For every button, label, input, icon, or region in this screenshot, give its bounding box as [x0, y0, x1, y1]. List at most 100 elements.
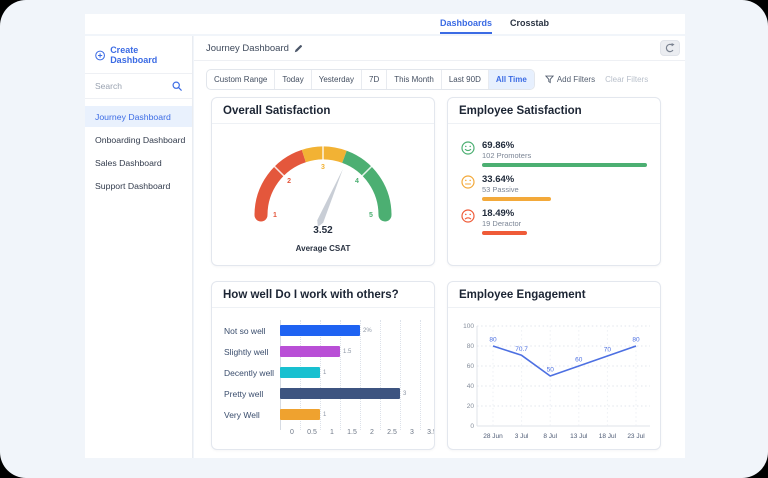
card-overall-satisfaction: Overall Satisfaction 123453.52 Average C…	[211, 97, 435, 266]
gauge-body: 123453.52 Average CSAT	[212, 124, 434, 253]
x-tick-label: 0	[290, 429, 294, 436]
satisfaction-row-detractor: 18.49% 19 Deractor	[461, 208, 647, 235]
bar-label: Decently well	[224, 368, 280, 378]
x-tick-label: 1.5	[347, 429, 357, 436]
point-label: 80	[489, 337, 497, 344]
bar-value: 1.5	[343, 349, 351, 355]
promoters-percent: 69.86%	[482, 140, 647, 151]
bar-value: 1	[323, 412, 326, 418]
refresh-button[interactable]	[660, 40, 680, 56]
gauge-tick-label: 3	[321, 164, 325, 171]
gauge-needle	[315, 168, 346, 228]
y-tick-label: 20	[467, 403, 475, 410]
passive-bar	[482, 197, 647, 201]
x-tick-label: 8 Jul	[543, 433, 557, 440]
chip-all-time[interactable]: All Time	[489, 70, 534, 89]
y-tick-label: 60	[467, 363, 475, 370]
gauge-segment	[344, 157, 385, 215]
detractor-count: 19 Deractor	[482, 219, 647, 228]
gauge-tick-label: 2	[287, 178, 291, 185]
passive-count: 53 Passive	[482, 185, 647, 194]
point-label: 50	[547, 367, 555, 374]
gauge-tick-label: 4	[355, 178, 359, 185]
chip-today[interactable]: Today	[275, 70, 311, 89]
main-panel: Journey Dashboard Custom Range Today Yes…	[194, 36, 685, 458]
bar-row-very-well: Very Well 1	[224, 404, 424, 425]
x-tick-label: 23 Jul	[627, 433, 645, 440]
y-tick-label: 40	[467, 383, 475, 390]
x-tick-label: 2.5	[387, 429, 397, 436]
search-input[interactable]: Search	[85, 74, 192, 99]
sidebar-item-journey-dashboard[interactable]: Journey Dashboard	[85, 106, 192, 127]
clear-filters-button[interactable]: Clear Filters	[605, 75, 648, 84]
chip-this-month[interactable]: This Month	[387, 70, 442, 89]
bar-row-pretty-well: Pretty well 3	[224, 383, 424, 404]
x-tick-label: 3 Jul	[515, 433, 529, 440]
card-employee-engagement: Employee Engagement 0204060801008070.750…	[447, 281, 661, 450]
hbar-x-axis: 00.511.522.533.5	[292, 429, 432, 441]
top-nav-bar: Dashboards Crosstab	[85, 14, 685, 34]
tab-dashboards[interactable]: Dashboards	[440, 14, 492, 34]
sad-face-icon	[461, 208, 482, 228]
chip-yesterday[interactable]: Yesterday	[312, 70, 362, 89]
top-tabs: Dashboards Crosstab	[440, 14, 549, 34]
bar-value: 3	[403, 391, 406, 397]
gauge-value: 3.52	[313, 225, 333, 236]
x-tick-label: 18 Jul	[599, 433, 617, 440]
gauge-endcap	[255, 209, 268, 222]
pencil-icon	[294, 44, 303, 53]
bar-row-decently-well: Decently well 1	[224, 362, 424, 383]
gauge-tick-label: 5	[369, 212, 373, 219]
passive-percent: 33.64%	[482, 174, 647, 185]
card-title: Employee Engagement	[448, 282, 660, 308]
funnel-icon	[545, 75, 554, 84]
x-tick-label: 1	[330, 429, 334, 436]
card-title: Employee Satisfaction	[448, 98, 660, 124]
sidebar-item-onboarding-dashboard[interactable]: Onboarding Dashboard	[85, 129, 192, 150]
card-title: Overall Satisfaction	[212, 98, 434, 124]
bar-label: Not so well	[224, 326, 280, 336]
sidebar-item-sales-dashboard[interactable]: Sales Dashboard	[85, 152, 192, 173]
add-filters-label: Add Filters	[557, 75, 595, 84]
point-label: 60	[575, 357, 583, 364]
date-range-chips: Custom Range Today Yesterday 7D This Mon…	[206, 69, 535, 90]
bar-label: Very Well	[224, 410, 280, 420]
bar-value: 2%	[363, 328, 372, 334]
cards-grid: Overall Satisfaction 1 2 3 4 5 3.52 Average C…	[211, 97, 661, 450]
create-dashboard-button[interactable]: Create Dashboard	[85, 36, 192, 74]
search-placeholder: Search	[95, 81, 122, 91]
page-title: Journey Dashboard	[206, 43, 289, 54]
detractor-bar	[482, 231, 647, 235]
detractor-percent: 18.49%	[482, 208, 647, 219]
satisfaction-row-passive: 33.64% 53 Passive	[461, 174, 647, 201]
card-work-with-others: How well Do I work with others? Not so w…	[211, 281, 435, 450]
x-tick-label: 28 Jun	[483, 433, 503, 440]
point-label: 70.7	[515, 346, 528, 353]
card-title: How well Do I work with others?	[212, 282, 434, 308]
sidebar-item-support-dashboard[interactable]: Support Dashboard	[85, 175, 192, 196]
add-filters-button[interactable]: Add Filters	[545, 75, 595, 84]
refresh-icon	[664, 42, 676, 54]
point-label: 70	[604, 347, 612, 354]
bar-row-slightly-well: Slightly well 1.5	[224, 341, 424, 362]
x-tick-label: 3.5	[427, 429, 435, 436]
plus-circle-icon	[95, 50, 105, 61]
promoters-bar	[482, 163, 647, 167]
bar-label: Pretty well	[224, 389, 280, 399]
y-tick-label: 80	[467, 343, 475, 350]
x-tick-label: 3	[410, 429, 414, 436]
gauge-caption: Average CSAT	[212, 244, 434, 253]
x-tick-label: 13 Jul	[570, 433, 588, 440]
bar-label: Slightly well	[224, 347, 280, 357]
edit-title-button[interactable]	[294, 44, 303, 53]
chip-custom-range[interactable]: Custom Range	[207, 70, 275, 89]
tab-crosstab[interactable]: Crosstab	[510, 14, 549, 34]
gauge-segment	[261, 156, 304, 215]
chip-7d[interactable]: 7D	[362, 70, 387, 89]
dashboard-list: Journey Dashboard Onboarding Dashboard S…	[85, 106, 192, 196]
chip-last-90d[interactable]: Last 90D	[442, 70, 489, 89]
bar-row-not-so-well: Not so well 2%	[224, 320, 424, 341]
satisfaction-list: 69.86% 102 Promoters	[448, 124, 660, 235]
happy-face-icon	[461, 140, 482, 160]
gauge-segment	[304, 153, 345, 157]
